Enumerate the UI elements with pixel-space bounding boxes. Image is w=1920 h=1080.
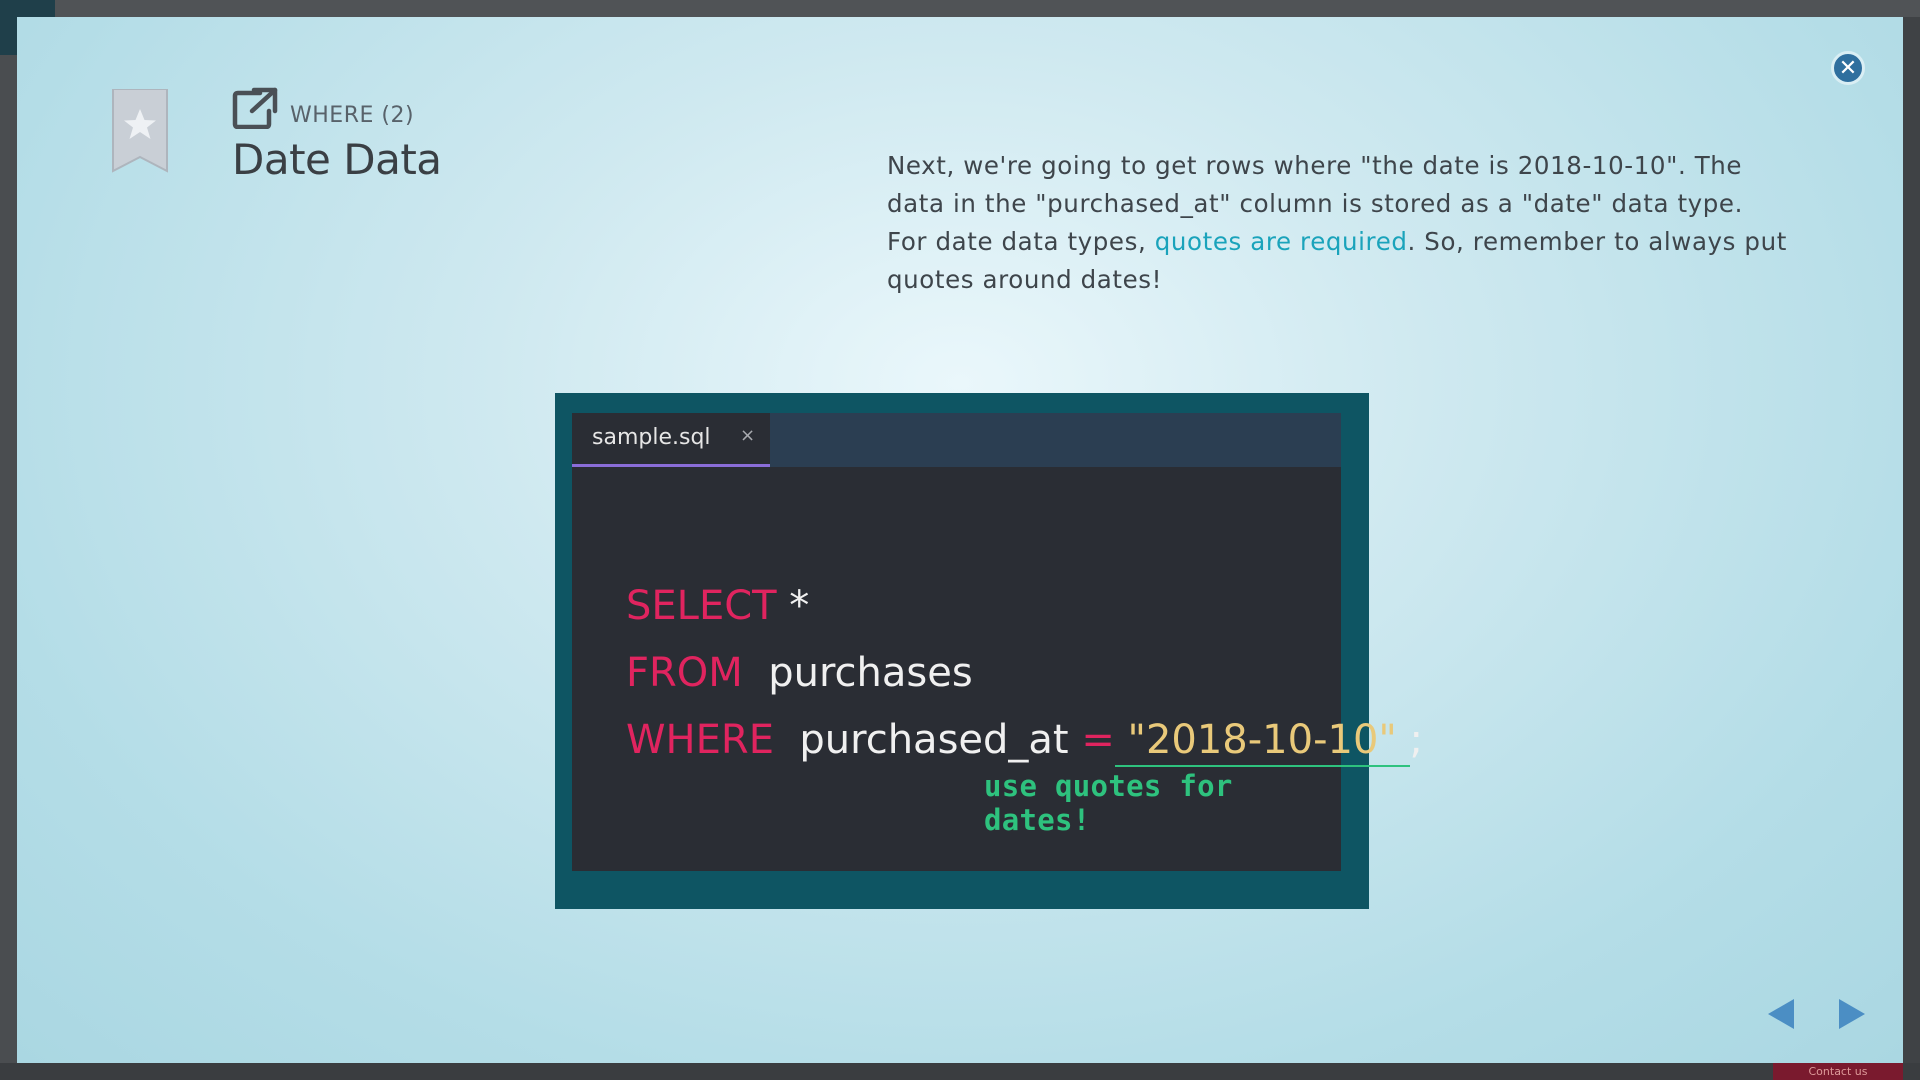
contact-us-button[interactable]: Contact us xyxy=(1773,1063,1903,1080)
background-topbar xyxy=(0,0,1920,17)
bookmark-star-icon[interactable] xyxy=(111,89,169,177)
code-keyword-where: WHERE xyxy=(626,717,774,763)
code-table-name: purchases xyxy=(742,650,973,696)
code-keyword-from: FROM xyxy=(626,650,743,696)
code-operator: = xyxy=(1081,717,1115,763)
breadcrumb: WHERE (2) xyxy=(290,102,415,128)
page-scrollbar[interactable] xyxy=(1903,17,1920,1063)
sql-code: SELECT * FROM purchases WHERE purchased_… xyxy=(626,573,1423,774)
code-select-rest: * xyxy=(776,583,810,629)
lesson-slide-modal: ✕ WHERE (2) Date Data Next, we're going … xyxy=(17,17,1903,1063)
code-keyword-select: SELECT xyxy=(626,583,777,629)
background-bottombar xyxy=(0,1063,1920,1080)
editor-tabbar: sample.sql × xyxy=(572,413,1341,467)
quotes-required-highlight: quotes are required xyxy=(1154,227,1408,256)
code-semicolon: ; xyxy=(1409,717,1423,763)
external-link-icon[interactable] xyxy=(232,87,278,129)
tab-close-icon: × xyxy=(740,425,756,446)
editor-tab-label: sample.sql xyxy=(592,425,711,450)
code-date-value: "2018-10-10" xyxy=(1114,717,1410,767)
code-illustration: sample.sql × SELECT * FROM purchases WHE… xyxy=(555,393,1423,909)
code-annotation: use quotes for dates! xyxy=(984,769,1233,837)
prev-arrow-icon[interactable] xyxy=(1768,999,1794,1029)
code-editor: sample.sql × SELECT * FROM purchases WHE… xyxy=(572,413,1423,871)
code-column-name: purchased_at xyxy=(773,717,1082,763)
lesson-description: Next, we're going to get rows where "the… xyxy=(887,147,1787,299)
editor-tab: sample.sql × xyxy=(572,413,770,467)
page-title: Date Data xyxy=(232,135,442,184)
next-arrow-icon[interactable] xyxy=(1839,999,1865,1029)
lesson-header: WHERE (2) Date Data xyxy=(232,87,442,184)
close-icon[interactable]: ✕ xyxy=(1831,51,1865,85)
